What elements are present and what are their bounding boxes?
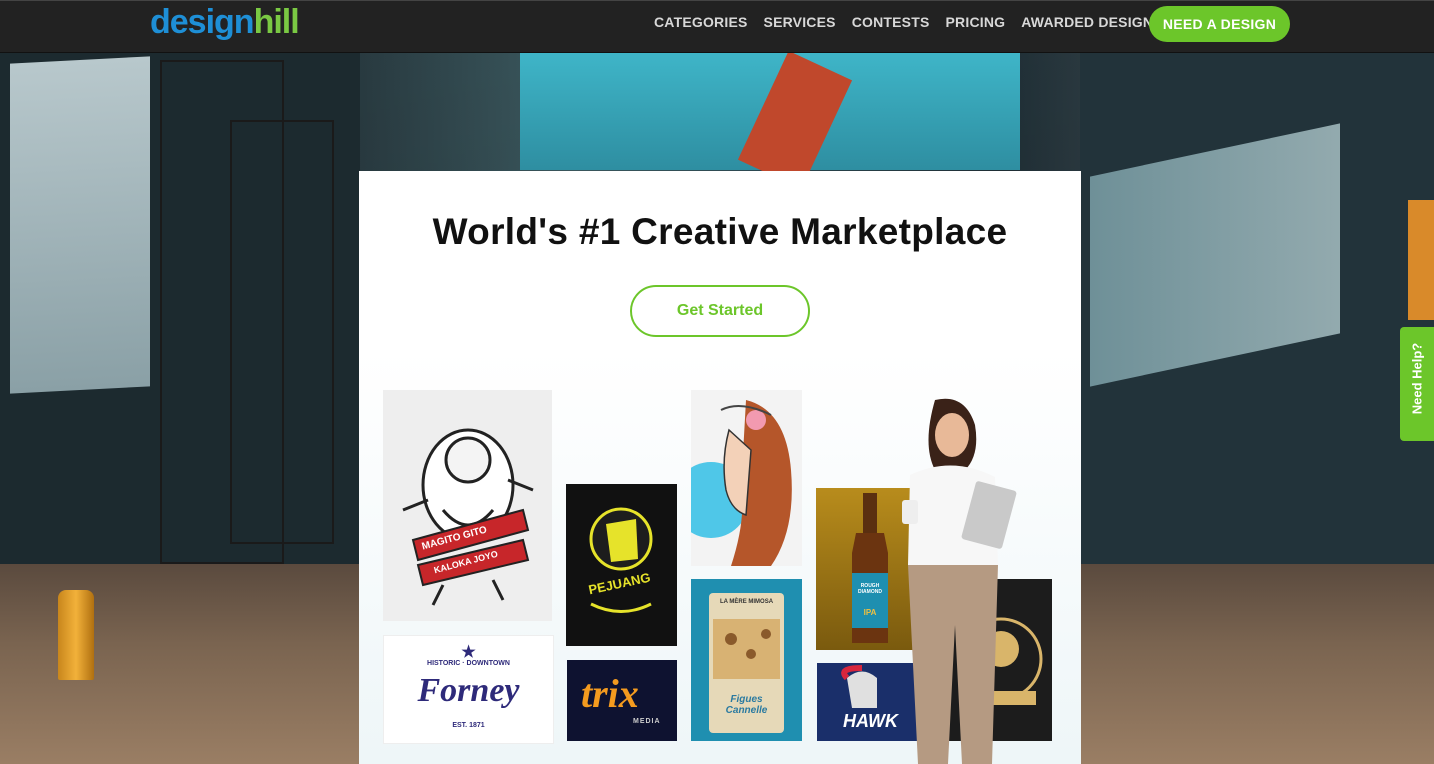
hero-headline: World's #1 Creative Marketplace: [432, 211, 1008, 252]
pouch-brand-text: LA MÈRE MIMOSA: [719, 599, 774, 605]
need-help-label: Need Help?: [1409, 342, 1425, 415]
get-started-button[interactable]: Get Started: [630, 285, 810, 337]
nav-pricing[interactable]: PRICING: [946, 14, 1006, 30]
nav-categories[interactable]: CATEGORIES: [654, 14, 748, 30]
tshirt-graphic: [566, 484, 677, 646]
portrait-illustration: [691, 400, 792, 566]
woman-with-laptop-image: [902, 398, 1017, 764]
forney-top-text: HISTORIC · DOWNTOWN: [427, 660, 510, 667]
logo-text-hill: hill: [253, 3, 300, 41]
fire-hydrant: [58, 590, 94, 680]
background-orange-sign: [1408, 200, 1434, 320]
design-tile-forney[interactable]: ★ HISTORIC · DOWNTOWN Forney EST. 1871: [383, 635, 554, 744]
trix-sub-text: MEDIA: [633, 718, 661, 725]
star-icon: ★: [461, 644, 476, 661]
main-nav: CATEGORIES SERVICES CONTESTS PRICING AWA…: [654, 14, 1179, 30]
nav-services[interactable]: SERVICES: [764, 14, 836, 30]
need-a-design-button[interactable]: NEED A DESIGN: [1149, 6, 1290, 42]
top-navigation-bar: designhill CATEGORIES SERVICES CONTESTS …: [0, 0, 1434, 53]
ganesha-illustration: [402, 428, 534, 606]
design-tile-tshirt[interactable]: PEJUANG: [566, 484, 677, 646]
designhill-logo[interactable]: designhill: [150, 3, 300, 42]
design-tile-trix[interactable]: trix MEDIA: [567, 660, 677, 741]
background-billboard: [10, 56, 150, 394]
pouch-name-text: Figues Cannelle: [725, 694, 768, 716]
background-scaffold: [230, 120, 334, 544]
logo-text-design: design: [150, 3, 255, 41]
design-tile-pouch[interactable]: LA MÈRE MIMOSA Figues Cannelle: [691, 579, 802, 741]
design-tile-portrait[interactable]: [691, 390, 802, 566]
trix-logo-text: trix: [581, 671, 639, 716]
forney-bottom-text: EST. 1871: [452, 722, 485, 729]
forney-main-text: Forney: [417, 672, 520, 709]
nav-contests[interactable]: CONTESTS: [852, 14, 930, 30]
nav-awarded-designs[interactable]: AWARDED DESIGNS: [1021, 14, 1162, 30]
need-help-tab[interactable]: Need Help?: [1400, 327, 1434, 441]
design-tile-ganesha[interactable]: MAGITO GITO KALOKA JOYO: [383, 390, 552, 621]
